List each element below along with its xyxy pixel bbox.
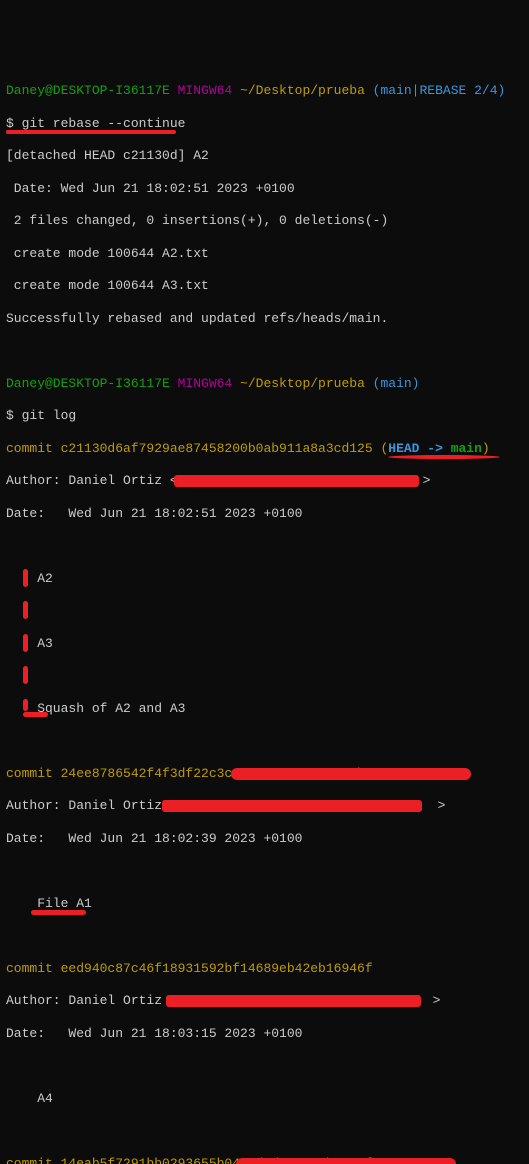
commit-line: commit 14eab5f7291bb0293655b04e2dad9583a… — [6, 1156, 523, 1164]
commit-line: commit eed940c87c46f18931592bf14689eb42e… — [6, 961, 523, 977]
prompt-line: Daney@DESKTOP-I36117E MINGW64 ~/Desktop/… — [6, 83, 523, 99]
date-line: Date: Wed Jun 21 18:02:39 2023 +0100 — [6, 831, 523, 847]
prompt-path: ~/Desktop/prueba — [240, 83, 365, 98]
output-line: Successfully rebased and updated refs/he… — [6, 311, 523, 327]
author-line: Author: Daniel Ortiz <> — [6, 798, 523, 814]
commit-msg: A4 — [6, 1091, 523, 1107]
terminal-output: Daney@DESKTOP-I36117E MINGW64 ~/Desktop/… — [6, 67, 523, 1164]
command-line: $ git rebase --continue — [6, 116, 523, 132]
prompt-user: Daney@DESKTOP-I36117E — [6, 83, 170, 98]
commit-line: commit c21130d6af7929ae87458200b0ab911a8… — [6, 441, 523, 457]
date-line: Date: Wed Jun 21 18:02:51 2023 +0100 — [6, 506, 523, 522]
blank-line — [6, 538, 523, 554]
blank-line — [6, 733, 523, 749]
detached-head-line: [detached HEAD c21130d] A2 — [6, 148, 523, 164]
head-ref: HEAD -> — [388, 441, 450, 456]
prompt-path: ~/Desktop/prueba — [240, 376, 365, 391]
command-line: $ git log — [6, 408, 523, 424]
prompt-branch: (main) — [365, 376, 420, 391]
blank-line — [6, 343, 523, 359]
date-line: Date: Wed Jun 21 18:03:15 2023 +0100 — [6, 1026, 523, 1042]
prompt-branch: (main|REBASE 2/4) — [365, 83, 505, 98]
blank-line — [6, 1123, 523, 1139]
commit-msg: A3 — [6, 636, 523, 652]
prompt-user: Daney@DESKTOP-I36117E — [6, 376, 170, 391]
commit-msg: Squash of A2 and A3 — [6, 701, 523, 717]
blank-line — [6, 603, 523, 619]
commit-msg: A2 — [6, 571, 523, 587]
blank-line — [6, 928, 523, 944]
prompt-line: Daney@DESKTOP-I36117E MINGW64 ~/Desktop/… — [6, 376, 523, 392]
blank-line — [6, 668, 523, 684]
commit-line: commit 24ee8786542f4f3df22c3c91ec4c04951… — [6, 766, 523, 782]
output-line: create mode 100644 A3.txt — [6, 278, 523, 294]
commit-msg: File A1 — [6, 896, 523, 912]
output-line: create mode 100644 A2.txt — [6, 246, 523, 262]
branch-ref: main — [451, 441, 482, 456]
output-line: 2 files changed, 0 insertions(+), 0 dele… — [6, 213, 523, 229]
author-line: Author: Daniel Ortiz <> — [6, 993, 523, 1009]
author-line: Author: Daniel Ortiz <> — [6, 473, 523, 489]
blank-line — [6, 863, 523, 879]
blank-line — [6, 1058, 523, 1074]
output-line: Date: Wed Jun 21 18:02:51 2023 +0100 — [6, 181, 523, 197]
prompt-mingw: MINGW64 — [170, 376, 240, 391]
prompt-mingw: MINGW64 — [170, 83, 240, 98]
